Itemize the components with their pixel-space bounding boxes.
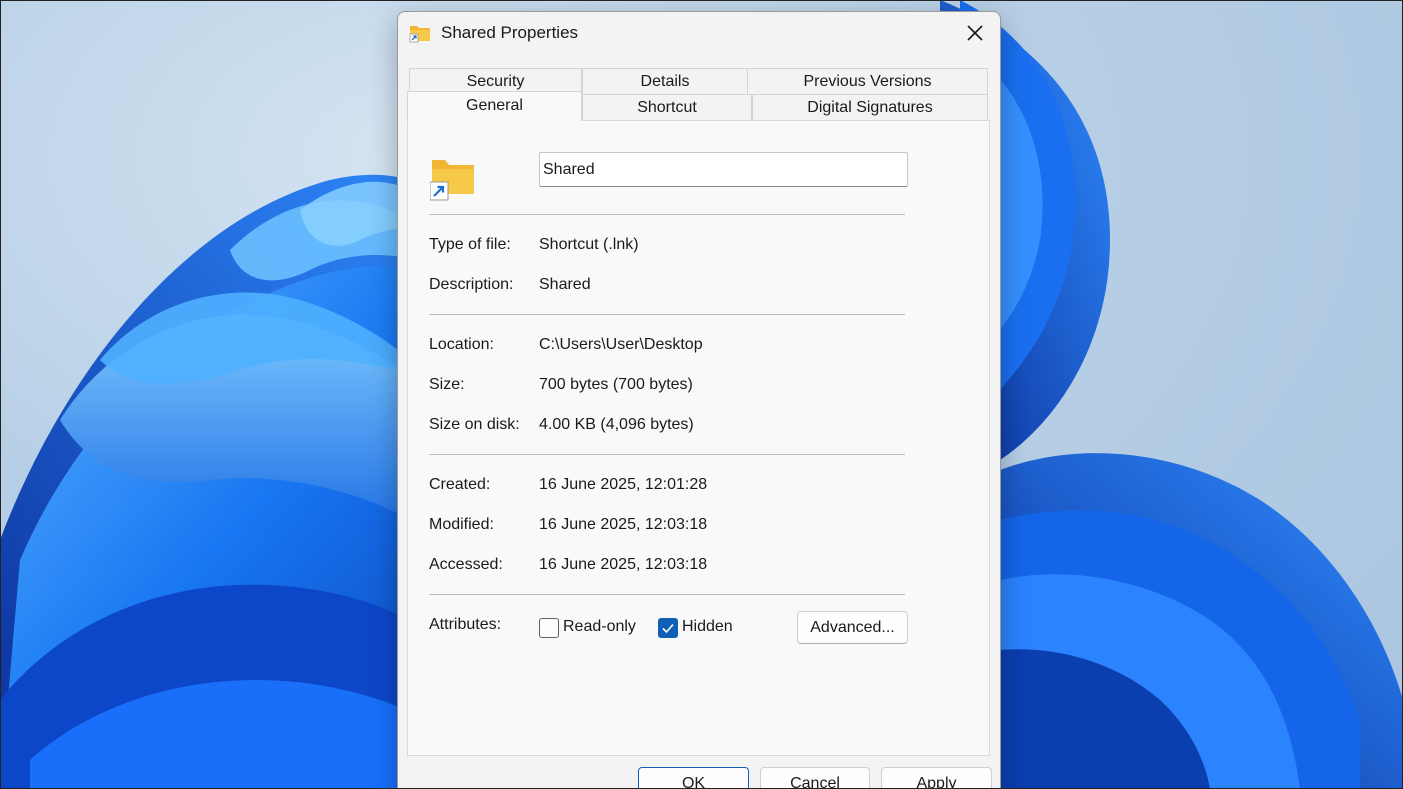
checkmark-icon	[662, 623, 674, 634]
hidden-label[interactable]: Hidden	[682, 618, 733, 636]
created-label: Created:	[429, 476, 491, 493]
tab-general[interactable]: General	[407, 91, 582, 121]
modified-label: Modified:	[429, 516, 494, 533]
tab-shortcut[interactable]: Shortcut	[582, 94, 752, 120]
close-button[interactable]	[953, 16, 997, 50]
properties-dialog: Shared Properties Security Details Previ…	[397, 11, 1001, 789]
size-on-disk-value: 4.00 KB (4,096 bytes)	[539, 416, 694, 433]
size-value: 700 bytes (700 bytes)	[539, 376, 693, 393]
tab-previous-versions[interactable]: Previous Versions	[747, 68, 988, 94]
folder-shortcut-icon	[429, 156, 476, 202]
tab-details[interactable]: Details	[582, 68, 748, 94]
separator	[429, 214, 905, 215]
general-panel: Type of file: Shortcut (.lnk) Descriptio…	[407, 120, 990, 756]
attributes-label: Attributes:	[429, 616, 502, 633]
title-bar[interactable]: Shared Properties	[398, 12, 1000, 54]
location-label: Location:	[429, 336, 494, 353]
tab-digital-signatures[interactable]: Digital Signatures	[752, 94, 988, 120]
description-label: Description:	[429, 276, 514, 293]
folder-shortcut-icon	[409, 22, 431, 44]
size-label: Size:	[429, 376, 465, 393]
separator	[429, 454, 905, 455]
size-on-disk-label: Size on disk:	[429, 416, 520, 433]
apply-button[interactable]: Apply	[881, 767, 992, 789]
ok-button[interactable]: OK	[638, 767, 749, 789]
description-value: Shared	[539, 276, 591, 293]
cancel-button[interactable]: Cancel	[760, 767, 870, 789]
location-value: C:\Users\User\Desktop	[539, 336, 703, 353]
window-title: Shared Properties	[441, 23, 579, 42]
readonly-checkbox[interactable]	[539, 618, 559, 638]
name-field[interactable]	[539, 152, 908, 187]
hidden-checkbox[interactable]	[658, 618, 678, 638]
accessed-label: Accessed:	[429, 556, 503, 573]
modified-value: 16 June 2025, 12:03:18	[539, 516, 708, 533]
created-value: 16 June 2025, 12:01:28	[539, 476, 708, 493]
advanced-button[interactable]: Advanced...	[797, 611, 908, 644]
readonly-label[interactable]: Read-only	[563, 618, 636, 636]
type-value: Shortcut (.lnk)	[539, 236, 639, 253]
separator	[429, 314, 905, 315]
accessed-value: 16 June 2025, 12:03:18	[539, 556, 708, 573]
type-label: Type of file:	[429, 236, 511, 253]
close-icon	[967, 25, 983, 41]
separator	[429, 594, 905, 595]
